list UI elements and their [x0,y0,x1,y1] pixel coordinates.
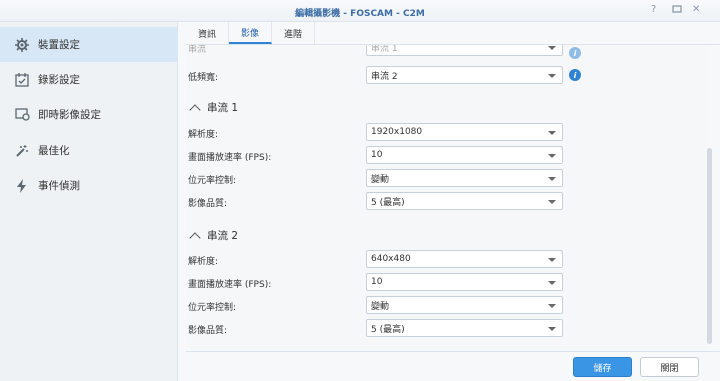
stream2-fps-select[interactable]: 10 [366,273,563,291]
gear-icon [14,37,30,53]
section-title: 串流 1 [207,102,239,114]
tab-image[interactable]: 影像 [229,22,273,44]
save-button[interactable]: 儲存 [573,357,632,377]
stream1-bitrate-label: 位元率控制: [188,176,237,186]
window-title: 編輯攝影機 - FOSCAM - C2M [295,9,425,19]
select-value: 10 [371,150,383,160]
sidebar: 裝置設定 錄影設定 即時影像設定 最佳化 事件偵測 [0,22,178,381]
sidebar-item-label: 錄影設定 [38,74,80,86]
stream2-bitrate-select[interactable]: 變動 [366,296,563,314]
close-button[interactable]: 關閉 [640,357,699,377]
tab-info[interactable]: 資訊 [186,22,230,44]
edit-camera-window: 編輯攝影機 - FOSCAM - C2M ? ✕ 裝置設定 錄影設定 即時影像設… [0,0,720,381]
sidebar-item-label: 即時影像設定 [38,109,101,121]
sidebar-item-event-detection[interactable]: 事件偵測 [0,168,178,203]
low-bandwidth-label: 低頻寬: [188,73,219,83]
stream2-bitrate-label: 位元率控制: [188,303,237,313]
select-value: 10 [371,277,383,287]
chevron-up-icon [189,231,201,244]
select-value: 串流 1 [371,45,398,54]
select-value: 5 (最高) [371,324,405,335]
magic-wand-icon [14,143,30,159]
partial-row-label: 串流 [188,45,207,55]
stream1-quality-select[interactable]: 5 (最高) [366,192,563,210]
select-value: 變動 [371,301,390,312]
image-settings-panel: 串流 串流 1 i 低頻寬: 串流 2 i 串流 1 解析度: 1920x108… [186,45,707,351]
stream2-resolution-select[interactable]: 640x480 [366,250,563,268]
select-value: 1920x1080 [371,127,423,137]
chevron-up-icon [189,103,201,116]
stream2-quality-label: 影像品質: [188,326,228,336]
stream2-section-header[interactable]: 串流 2 [189,228,239,244]
info-icon[interactable]: i [569,69,581,81]
partial-row-select[interactable]: 串流 1 [366,45,563,56]
sidebar-item-recording-settings[interactable]: 錄影設定 [0,62,178,97]
low-bandwidth-select[interactable]: 串流 2 [366,66,563,84]
select-value: 串流 2 [371,71,398,82]
minimize-icon[interactable] [672,4,682,17]
help-icon[interactable]: ? [651,4,656,15]
stream1-fps-label: 畫面播放速率 (FPS): [188,153,272,163]
calendar-check-icon [14,72,30,88]
stream1-resolution-label: 解析度: [188,130,219,140]
sidebar-item-device-settings[interactable]: 裝置設定 [0,27,178,62]
sidebar-item-label: 最佳化 [38,145,70,157]
title-bar: 編輯攝影機 - FOSCAM - C2M ? ✕ [0,0,720,22]
stream2-quality-select[interactable]: 5 (最高) [366,319,563,337]
section-title: 串流 2 [207,230,239,242]
vertical-scrollbar[interactable] [707,148,712,344]
tab-bar: 資訊 影像 進階 [186,22,316,44]
live-view-icon [14,107,30,123]
lightning-icon [14,178,30,194]
tab-advanced[interactable]: 進階 [272,22,316,44]
sidebar-item-label: 裝置設定 [38,39,80,51]
select-value: 5 (最高) [371,197,405,208]
stream1-bitrate-select[interactable]: 變動 [366,169,563,187]
select-value: 640x480 [371,254,411,264]
stream2-fps-label: 畫面播放速率 (FPS): [188,280,272,290]
sidebar-item-live-view-settings[interactable]: 即時影像設定 [0,97,178,132]
sidebar-item-optimization[interactable]: 最佳化 [0,133,178,168]
stream1-section-header[interactable]: 串流 1 [189,100,239,116]
sidebar-item-label: 事件偵測 [38,180,80,192]
stream1-quality-label: 影像品質: [188,199,228,209]
stream1-fps-select[interactable]: 10 [366,146,563,164]
stream1-resolution-select[interactable]: 1920x1080 [366,123,563,141]
stream2-resolution-label: 解析度: [188,257,219,267]
close-icon[interactable]: ✕ [692,4,700,15]
info-icon[interactable]: i [569,47,581,59]
select-value: 變動 [371,174,390,185]
